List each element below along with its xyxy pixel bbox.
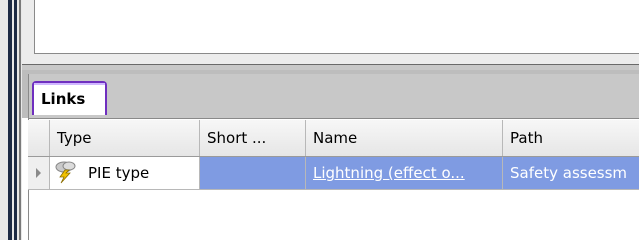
- cell-name-link[interactable]: Lightning (effect o...: [306, 157, 503, 190]
- grid-header: Type Short ... Name Path: [28, 120, 639, 157]
- cell-short[interactable]: [200, 157, 306, 190]
- table-row[interactable]: PIE type Lightning (effect o... Safety a…: [28, 157, 639, 190]
- header-short[interactable]: Short ...: [200, 120, 306, 156]
- frame-border-grey: [19, 0, 21, 240]
- frame-border-dark: [8, 0, 12, 240]
- top-content-area: [34, 0, 639, 54]
- header-name[interactable]: Name: [306, 120, 503, 156]
- frame-border-dark-2: [14, 0, 17, 240]
- header-type[interactable]: Type: [50, 120, 200, 156]
- header-path[interactable]: Path: [503, 120, 639, 156]
- tab-strip-inner: [28, 74, 639, 118]
- tab-links[interactable]: Links: [32, 81, 107, 115]
- cell-path[interactable]: Safety assessm: [503, 157, 639, 190]
- header-corner: [28, 120, 50, 156]
- lightning-icon: [55, 161, 76, 184]
